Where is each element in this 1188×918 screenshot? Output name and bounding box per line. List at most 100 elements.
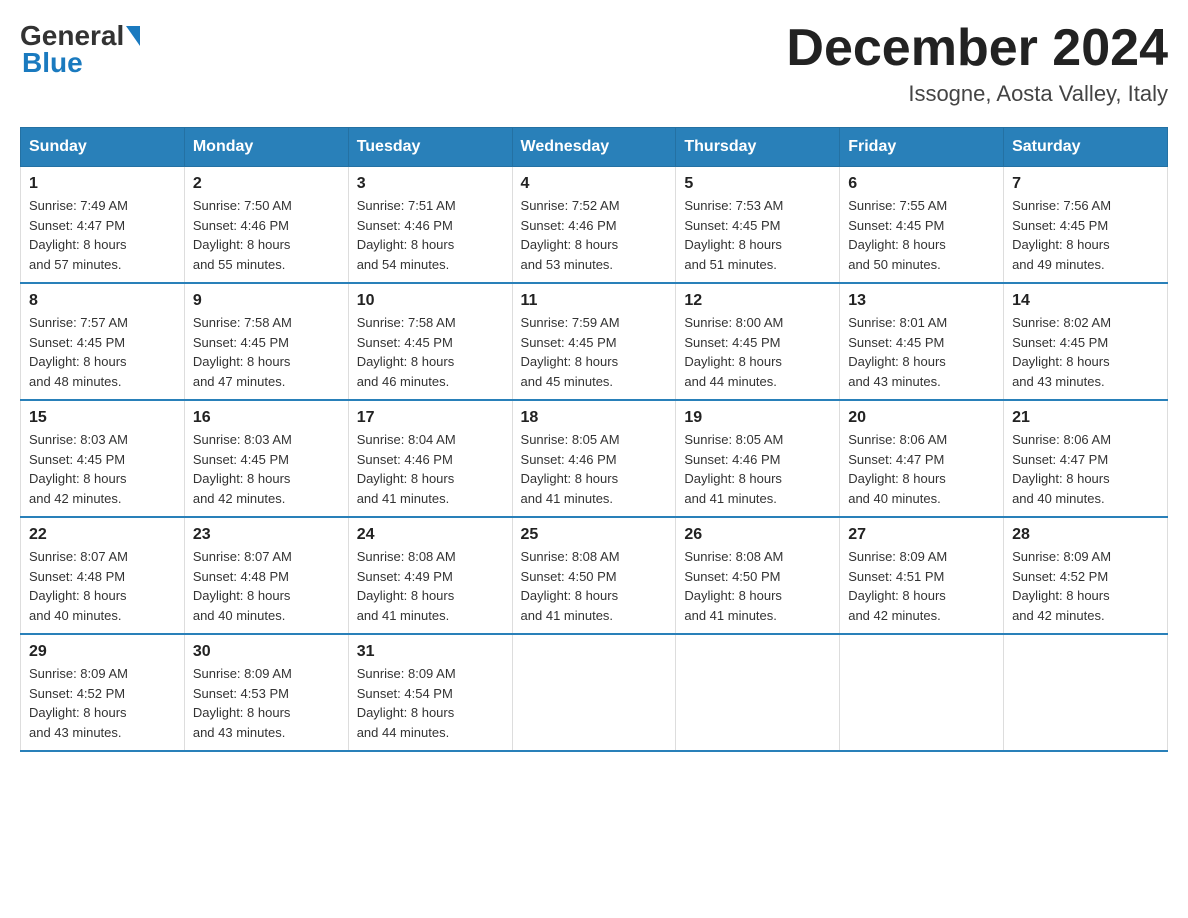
col-friday: Friday [840, 128, 1004, 167]
day-number: 13 [848, 292, 995, 310]
logo-arrow-icon [126, 26, 140, 46]
table-row: 29 Sunrise: 8:09 AM Sunset: 4:52 PM Dayl… [21, 634, 185, 751]
day-number: 21 [1012, 409, 1159, 427]
day-info: Sunrise: 8:09 AM Sunset: 4:51 PM Dayligh… [848, 547, 995, 625]
table-row: 10 Sunrise: 7:58 AM Sunset: 4:45 PM Dayl… [348, 283, 512, 400]
calendar-header-row: Sunday Monday Tuesday Wednesday Thursday… [21, 128, 1168, 167]
day-info: Sunrise: 8:03 AM Sunset: 4:45 PM Dayligh… [193, 430, 340, 508]
day-info: Sunrise: 7:51 AM Sunset: 4:46 PM Dayligh… [357, 196, 504, 274]
day-number: 18 [521, 409, 668, 427]
day-info: Sunrise: 7:55 AM Sunset: 4:45 PM Dayligh… [848, 196, 995, 274]
day-info: Sunrise: 8:07 AM Sunset: 4:48 PM Dayligh… [29, 547, 176, 625]
day-info: Sunrise: 7:56 AM Sunset: 4:45 PM Dayligh… [1012, 196, 1159, 274]
day-number: 4 [521, 175, 668, 193]
location: Issogne, Aosta Valley, Italy [786, 81, 1168, 107]
table-row [840, 634, 1004, 751]
table-row [1004, 634, 1168, 751]
col-sunday: Sunday [21, 128, 185, 167]
table-row: 17 Sunrise: 8:04 AM Sunset: 4:46 PM Dayl… [348, 400, 512, 517]
table-row: 27 Sunrise: 8:09 AM Sunset: 4:51 PM Dayl… [840, 517, 1004, 634]
table-row: 11 Sunrise: 7:59 AM Sunset: 4:45 PM Dayl… [512, 283, 676, 400]
day-info: Sunrise: 7:59 AM Sunset: 4:45 PM Dayligh… [521, 313, 668, 391]
page-header: General Blue December 2024 Issogne, Aost… [20, 20, 1168, 107]
calendar-week-row: 1 Sunrise: 7:49 AM Sunset: 4:47 PM Dayli… [21, 167, 1168, 284]
day-info: Sunrise: 7:50 AM Sunset: 4:46 PM Dayligh… [193, 196, 340, 274]
table-row [512, 634, 676, 751]
day-info: Sunrise: 7:52 AM Sunset: 4:46 PM Dayligh… [521, 196, 668, 274]
logo: General Blue [20, 20, 142, 79]
table-row: 22 Sunrise: 8:07 AM Sunset: 4:48 PM Dayl… [21, 517, 185, 634]
day-info: Sunrise: 7:57 AM Sunset: 4:45 PM Dayligh… [29, 313, 176, 391]
day-number: 24 [357, 526, 504, 544]
day-number: 30 [193, 643, 340, 661]
table-row: 19 Sunrise: 8:05 AM Sunset: 4:46 PM Dayl… [676, 400, 840, 517]
table-row [676, 634, 840, 751]
calendar-week-row: 15 Sunrise: 8:03 AM Sunset: 4:45 PM Dayl… [21, 400, 1168, 517]
day-number: 11 [521, 292, 668, 310]
calendar-table: Sunday Monday Tuesday Wednesday Thursday… [20, 127, 1168, 752]
day-number: 16 [193, 409, 340, 427]
day-number: 8 [29, 292, 176, 310]
day-info: Sunrise: 8:09 AM Sunset: 4:52 PM Dayligh… [1012, 547, 1159, 625]
day-number: 1 [29, 175, 176, 193]
col-monday: Monday [184, 128, 348, 167]
day-number: 15 [29, 409, 176, 427]
table-row: 8 Sunrise: 7:57 AM Sunset: 4:45 PM Dayli… [21, 283, 185, 400]
title-area: December 2024 Issogne, Aosta Valley, Ita… [786, 20, 1168, 107]
col-tuesday: Tuesday [348, 128, 512, 167]
table-row: 25 Sunrise: 8:08 AM Sunset: 4:50 PM Dayl… [512, 517, 676, 634]
day-info: Sunrise: 7:58 AM Sunset: 4:45 PM Dayligh… [357, 313, 504, 391]
day-info: Sunrise: 8:05 AM Sunset: 4:46 PM Dayligh… [521, 430, 668, 508]
day-info: Sunrise: 7:58 AM Sunset: 4:45 PM Dayligh… [193, 313, 340, 391]
table-row: 15 Sunrise: 8:03 AM Sunset: 4:45 PM Dayl… [21, 400, 185, 517]
calendar-week-row: 8 Sunrise: 7:57 AM Sunset: 4:45 PM Dayli… [21, 283, 1168, 400]
col-thursday: Thursday [676, 128, 840, 167]
table-row: 4 Sunrise: 7:52 AM Sunset: 4:46 PM Dayli… [512, 167, 676, 284]
day-number: 29 [29, 643, 176, 661]
day-number: 26 [684, 526, 831, 544]
table-row: 13 Sunrise: 8:01 AM Sunset: 4:45 PM Dayl… [840, 283, 1004, 400]
col-wednesday: Wednesday [512, 128, 676, 167]
day-number: 10 [357, 292, 504, 310]
day-info: Sunrise: 8:08 AM Sunset: 4:49 PM Dayligh… [357, 547, 504, 625]
table-row: 14 Sunrise: 8:02 AM Sunset: 4:45 PM Dayl… [1004, 283, 1168, 400]
table-row: 20 Sunrise: 8:06 AM Sunset: 4:47 PM Dayl… [840, 400, 1004, 517]
table-row: 24 Sunrise: 8:08 AM Sunset: 4:49 PM Dayl… [348, 517, 512, 634]
day-info: Sunrise: 7:49 AM Sunset: 4:47 PM Dayligh… [29, 196, 176, 274]
day-number: 25 [521, 526, 668, 544]
table-row: 5 Sunrise: 7:53 AM Sunset: 4:45 PM Dayli… [676, 167, 840, 284]
table-row: 18 Sunrise: 8:05 AM Sunset: 4:46 PM Dayl… [512, 400, 676, 517]
month-title: December 2024 [786, 20, 1168, 77]
day-number: 31 [357, 643, 504, 661]
table-row: 9 Sunrise: 7:58 AM Sunset: 4:45 PM Dayli… [184, 283, 348, 400]
logo-blue: Blue [20, 47, 83, 79]
day-number: 19 [684, 409, 831, 427]
table-row: 21 Sunrise: 8:06 AM Sunset: 4:47 PM Dayl… [1004, 400, 1168, 517]
day-info: Sunrise: 8:05 AM Sunset: 4:46 PM Dayligh… [684, 430, 831, 508]
day-info: Sunrise: 8:02 AM Sunset: 4:45 PM Dayligh… [1012, 313, 1159, 391]
day-info: Sunrise: 8:07 AM Sunset: 4:48 PM Dayligh… [193, 547, 340, 625]
table-row: 12 Sunrise: 8:00 AM Sunset: 4:45 PM Dayl… [676, 283, 840, 400]
day-info: Sunrise: 8:08 AM Sunset: 4:50 PM Dayligh… [684, 547, 831, 625]
day-info: Sunrise: 8:09 AM Sunset: 4:54 PM Dayligh… [357, 664, 504, 742]
table-row: 3 Sunrise: 7:51 AM Sunset: 4:46 PM Dayli… [348, 167, 512, 284]
day-info: Sunrise: 8:01 AM Sunset: 4:45 PM Dayligh… [848, 313, 995, 391]
day-number: 14 [1012, 292, 1159, 310]
table-row: 2 Sunrise: 7:50 AM Sunset: 4:46 PM Dayli… [184, 167, 348, 284]
table-row: 31 Sunrise: 8:09 AM Sunset: 4:54 PM Dayl… [348, 634, 512, 751]
col-saturday: Saturday [1004, 128, 1168, 167]
table-row: 7 Sunrise: 7:56 AM Sunset: 4:45 PM Dayli… [1004, 167, 1168, 284]
day-number: 17 [357, 409, 504, 427]
table-row: 6 Sunrise: 7:55 AM Sunset: 4:45 PM Dayli… [840, 167, 1004, 284]
calendar-week-row: 29 Sunrise: 8:09 AM Sunset: 4:52 PM Dayl… [21, 634, 1168, 751]
day-info: Sunrise: 8:06 AM Sunset: 4:47 PM Dayligh… [848, 430, 995, 508]
table-row: 30 Sunrise: 8:09 AM Sunset: 4:53 PM Dayl… [184, 634, 348, 751]
day-info: Sunrise: 8:03 AM Sunset: 4:45 PM Dayligh… [29, 430, 176, 508]
day-number: 28 [1012, 526, 1159, 544]
day-number: 2 [193, 175, 340, 193]
table-row: 1 Sunrise: 7:49 AM Sunset: 4:47 PM Dayli… [21, 167, 185, 284]
day-info: Sunrise: 8:04 AM Sunset: 4:46 PM Dayligh… [357, 430, 504, 508]
day-number: 9 [193, 292, 340, 310]
day-number: 7 [1012, 175, 1159, 193]
day-number: 3 [357, 175, 504, 193]
